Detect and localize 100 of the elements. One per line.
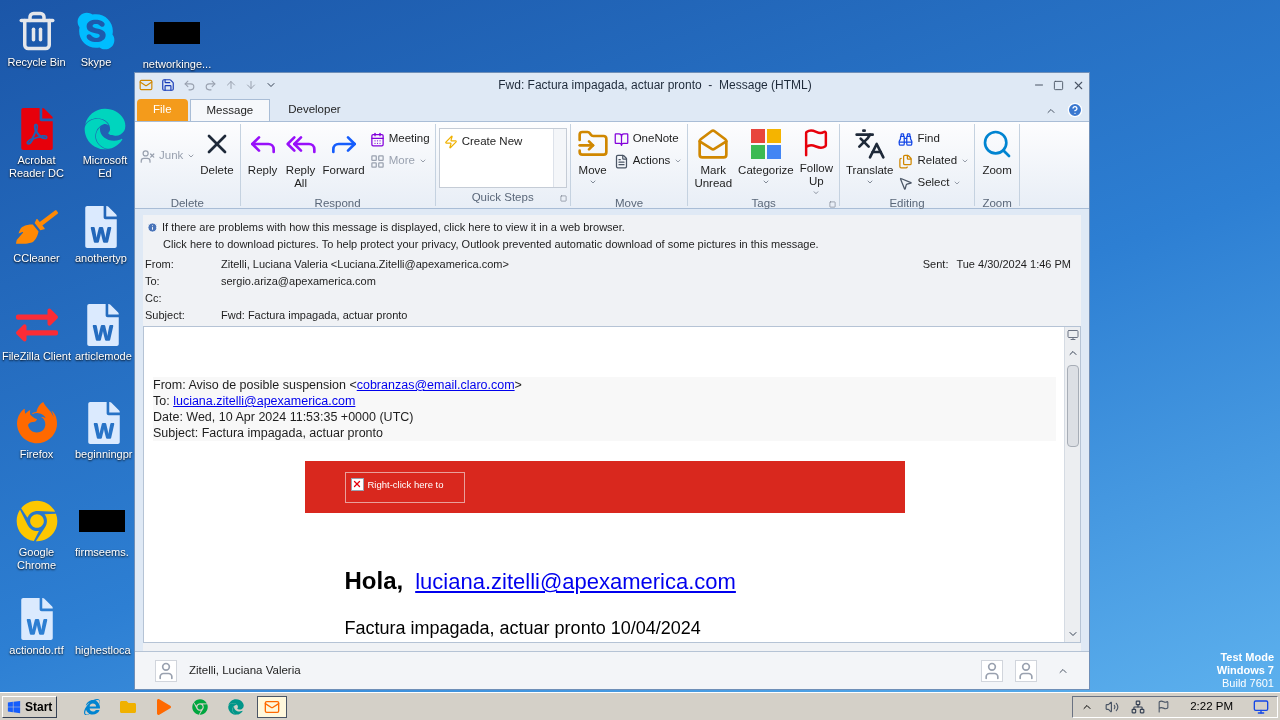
desktop-icon-label[interactable]: anothertyp [75, 252, 127, 265]
ribbon-button[interactable]: Delete [197, 124, 237, 196]
desktop-icon-label[interactable]: actiondo.rtf [9, 644, 64, 657]
ribbon-button[interactable]: Categorize [735, 124, 797, 196]
header-label: To: [145, 274, 161, 290]
browser-icon[interactable] [84, 108, 126, 150]
display-icon[interactable] [1066, 329, 1079, 341]
greeting: Hola, [344, 566, 404, 596]
grid-icon [369, 153, 385, 169]
taskbar-app[interactable] [257, 695, 288, 718]
desktop-icon-label[interactable]: CCleaner [13, 252, 60, 265]
down-arrow-icon[interactable] [245, 79, 257, 91]
email-link[interactable]: luciana.zitelli@apexamerica.com [415, 565, 736, 598]
desktop-icon-label[interactable]: Acrobat Reader DC [9, 154, 64, 180]
dialog-launcher-icon[interactable] [828, 200, 836, 208]
forward-header-line: Date: Wed, 10 Apr 2024 11:53:35 +0000 (UTC) [153, 409, 415, 425]
window-title: Fwd: Factura impagada, actuar pronto - Message (HTML) [497, 77, 813, 94]
quick-step-item[interactable]: Create New [443, 133, 523, 151]
color-squares-icon [749, 128, 782, 160]
windows-icon [7, 699, 21, 714]
browser-icon[interactable] [15, 500, 58, 542]
test-mode-notice: Build 7601 [1222, 677, 1274, 690]
help-icon[interactable] [1067, 102, 1083, 118]
maximize-icon[interactable] [1053, 79, 1064, 91]
header-label: Sent: [922, 257, 949, 273]
ribbon-button[interactable]: Reply [243, 124, 282, 196]
undo-icon[interactable] [183, 78, 196, 92]
person-icon [981, 659, 1003, 682]
desktop-icon-label[interactable]: firmseems. [75, 546, 129, 559]
email-link[interactable]: cobranzas@email.claro.com [356, 378, 515, 392]
ribbon-button[interactable]: Mark Unread [691, 124, 736, 196]
ribbon-button[interactable]: Find [896, 128, 972, 150]
notebook-icon [613, 131, 629, 147]
forward-header-line: Subject: Factura impagada, actuar pronto [153, 425, 384, 441]
ribbon-button[interactable]: Zoom [978, 124, 1017, 196]
contact-name: Zitelli, Luciana Valeria [189, 662, 302, 678]
desktop-icon-label[interactable]: articlemode [75, 350, 132, 363]
caret-icon [588, 178, 597, 186]
group-label: Editing [889, 196, 925, 212]
ribbon-tab[interactable]: Message [189, 99, 271, 121]
caret-icon [674, 157, 683, 165]
heading: Factura impagada, actuar pronto 10/04/2024 [344, 618, 701, 638]
ribbon-button[interactable]: Move [573, 124, 612, 196]
desktop-icon-label[interactable]: Microsoft Ed [75, 154, 135, 180]
browser-icon[interactable] [15, 402, 58, 444]
desktop-icon-label[interactable]: Skype [80, 56, 112, 69]
test-mode-notice: Test Mode [1220, 651, 1274, 664]
document-icon [613, 153, 629, 169]
header-value: Zitelli, Luciana Valeria <Luciana.Zitelli@apexamerica.com> [221, 257, 509, 273]
missing-image-placeholder[interactable]: Right-click here to [344, 471, 465, 503]
header-label: From: [145, 257, 175, 273]
caret-icon [418, 157, 427, 165]
desktop-icon-label[interactable]: networkinge... [142, 58, 212, 71]
scrollbar[interactable] [1064, 327, 1080, 642]
documents-icon [898, 153, 914, 169]
redo-icon[interactable] [204, 78, 217, 92]
person-icon [1015, 659, 1037, 682]
ribbon-button[interactable]: Follow Up [796, 124, 836, 196]
skype-icon[interactable] [75, 10, 117, 52]
scroll-thumb[interactable] [1066, 365, 1079, 447]
start-button[interactable]: Start [2, 695, 58, 718]
group-label: Delete [170, 196, 204, 212]
forward-header-line: To: luciana.zitelli@apexamerica.com [153, 393, 357, 409]
header-value: Fwd: Factura impagada, actuar pronto [221, 308, 408, 324]
ribbon-button[interactable]: Select [896, 172, 972, 194]
header-value: sergio.ariza@apexamerica.com [221, 274, 376, 290]
ribbon-button[interactable]: Meeting [367, 128, 432, 150]
dialog-launcher-icon[interactable] [559, 194, 567, 202]
desktop-icon-label[interactable]: Recycle Bin [7, 56, 66, 69]
email-link[interactable]: luciana.zitelli@apexamerica.com [173, 394, 356, 408]
ribbon-button[interactable]: OneNote [611, 128, 685, 150]
network-icon[interactable] [1131, 699, 1146, 714]
ribbon-button[interactable]: Actions [611, 150, 685, 172]
save-icon[interactable] [161, 78, 175, 92]
ribbon-button[interactable]: Translate [842, 124, 897, 196]
desktop-icon-label[interactable]: Google Chrome [16, 546, 57, 572]
test-mode-notice: Windows 7 [1216, 664, 1274, 677]
info-bar-text[interactable]: If there are problems with how this message is displayed, click here to view it in a web browser. [162, 219, 625, 236]
gallery-scrollbar[interactable] [552, 129, 566, 187]
redacted-icon [154, 22, 200, 44]
desktop-icon-label[interactable]: FileZilla Client [1, 350, 72, 363]
pointer-icon [898, 175, 914, 191]
show-desktop-icon[interactable] [1253, 698, 1269, 715]
header-label: Subject: [145, 308, 186, 324]
up-arrow-icon[interactable] [225, 79, 237, 91]
ribbon-button[interactable]: Related [896, 150, 972, 172]
header-label: Cc: [145, 291, 163, 307]
speaker-icon[interactable] [1105, 699, 1120, 714]
binoculars-icon [898, 131, 914, 147]
caret-icon [865, 178, 874, 186]
ribbon-button[interactable]: Forward [319, 124, 368, 196]
flag-icon[interactable] [1157, 700, 1171, 713]
forward-header-line: From: Aviso de posible suspension <cobranzas@email.claro.com> [153, 377, 523, 393]
group-label: Quick Steps [471, 190, 534, 206]
desktop-icon-label[interactable]: Firefox [19, 448, 54, 461]
desktop-icon-label[interactable]: beginningpr [75, 448, 133, 461]
info-bar-text[interactable]: Click here to download pictures. To help protect your privacy, Outlook prevented automatic download of some pictures in this message. [147, 235, 1077, 252]
ribbon-button[interactable]: Reply All [281, 124, 320, 196]
desktop-icon-label[interactable]: highestloca [75, 644, 131, 657]
ribbon-tab[interactable]: Developer [272, 99, 357, 121]
